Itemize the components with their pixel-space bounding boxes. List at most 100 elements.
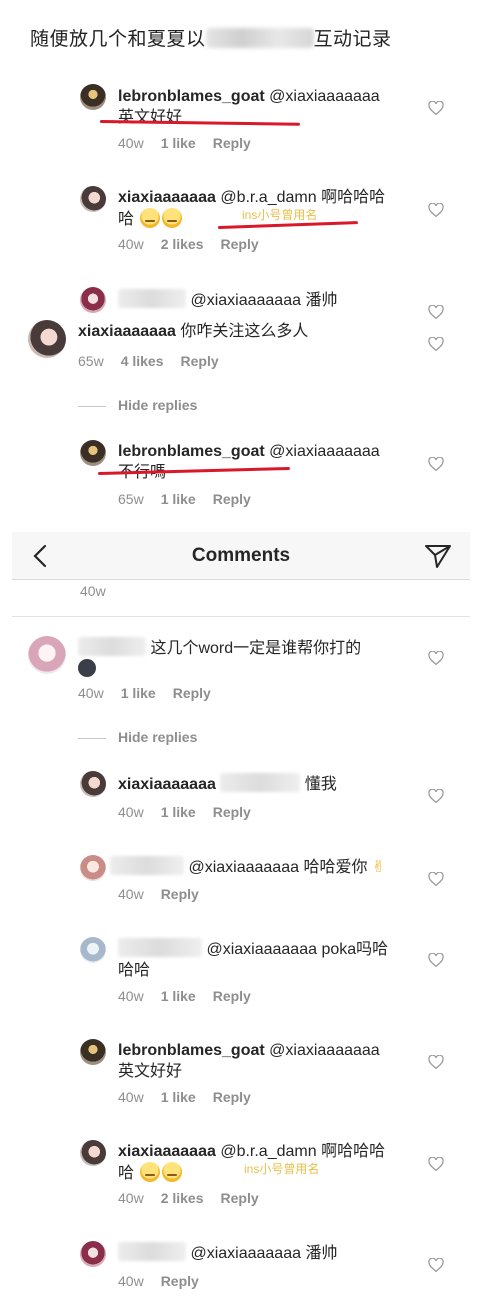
emoji-icon bbox=[140, 208, 161, 228]
caption-suffix: 互动记录 bbox=[313, 29, 392, 50]
emoji-icon bbox=[78, 659, 96, 677]
comment-meta: 40w 1 like Reply bbox=[118, 988, 268, 1004]
heart-icon[interactable] bbox=[428, 1055, 444, 1069]
heart-icon[interactable] bbox=[428, 789, 444, 803]
heart-icon[interactable] bbox=[428, 1258, 444, 1272]
avatar[interactable] bbox=[28, 636, 66, 674]
like-count[interactable]: 1 like bbox=[161, 135, 196, 151]
reply-button[interactable]: Reply bbox=[213, 135, 251, 151]
comment-meta: 40w 1 like Reply bbox=[78, 685, 228, 701]
avatar[interactable] bbox=[80, 937, 106, 963]
username[interactable]: xiaxiaaaaaaa bbox=[118, 1143, 216, 1160]
emoji-icon bbox=[140, 1162, 161, 1182]
blurred-username bbox=[118, 289, 186, 308]
comment-body: 啊哈哈哈 bbox=[321, 189, 386, 206]
like-count[interactable]: 1 like bbox=[161, 1089, 196, 1105]
reply-button[interactable]: Reply bbox=[161, 886, 199, 902]
comment-meta: 40w 2 likes Reply bbox=[118, 236, 276, 252]
like-count[interactable]: 1 like bbox=[161, 804, 196, 820]
comment-body: 你咋关注这么多人 bbox=[180, 323, 309, 340]
username[interactable]: xiaxiaaaaaaa bbox=[118, 776, 216, 793]
mention-link[interactable]: @b.r.a_damn bbox=[220, 1143, 316, 1160]
comment-body-cont: 哈 bbox=[118, 211, 135, 228]
reply-button[interactable]: Reply bbox=[221, 236, 259, 252]
mention-link[interactable]: @xiaxiaaaaaaa bbox=[269, 443, 380, 460]
comment-text: lebronblames_goat @xiaxiaaaaaaa 英文好好 bbox=[118, 1040, 380, 1082]
like-count[interactable]: 4 likes bbox=[121, 353, 164, 369]
avatar[interactable] bbox=[80, 855, 106, 881]
reply-button[interactable]: Reply bbox=[221, 1190, 259, 1206]
reply-button[interactable]: Reply bbox=[161, 1273, 199, 1289]
heart-icon[interactable] bbox=[428, 305, 444, 319]
like-count[interactable]: 2 likes bbox=[161, 236, 204, 252]
timestamp: 40w bbox=[80, 583, 106, 599]
page-title: Comments bbox=[191, 545, 291, 566]
username[interactable]: lebronblames_goat bbox=[118, 88, 265, 105]
avatar[interactable] bbox=[80, 1241, 106, 1267]
heart-icon[interactable] bbox=[428, 872, 444, 886]
mention-link[interactable]: @xiaxiaaaaaaa bbox=[206, 941, 317, 958]
comment-text: @xiaxiaaaaaaa poka吗哈 哈哈 bbox=[118, 938, 388, 981]
mention-link[interactable]: @xiaxiaaaaaaa bbox=[269, 88, 380, 105]
mention-link[interactable]: @xiaxiaaaaaaa bbox=[269, 1042, 380, 1059]
timestamp: 40w bbox=[118, 1273, 144, 1289]
reply-button[interactable]: Reply bbox=[213, 804, 251, 820]
avatar[interactable] bbox=[80, 84, 106, 110]
username[interactable]: xiaxiaaaaaaa bbox=[118, 189, 216, 206]
mention-link[interactable]: @b.r.a_damn bbox=[220, 189, 316, 206]
avatar[interactable] bbox=[80, 1140, 106, 1166]
caption-prefix: 随便放几个和夏夏以 bbox=[30, 29, 206, 50]
reply-button[interactable]: Reply bbox=[213, 1089, 251, 1105]
like-count[interactable]: 1 like bbox=[121, 685, 156, 701]
like-count[interactable]: 1 like bbox=[161, 988, 196, 1004]
heart-icon[interactable] bbox=[428, 457, 444, 471]
like-count[interactable]: 1 like bbox=[161, 491, 196, 507]
username[interactable]: lebronblames_goat bbox=[118, 1042, 265, 1059]
hide-replies-button[interactable]: Hide replies bbox=[78, 397, 197, 413]
mention-link[interactable]: @xiaxiaaaaaaa bbox=[188, 859, 299, 876]
mention-link[interactable]: @xiaxiaaaaaaa bbox=[190, 292, 301, 309]
avatar[interactable] bbox=[80, 186, 106, 212]
comment-meta: 40w Reply bbox=[118, 886, 216, 902]
send-icon[interactable] bbox=[424, 543, 452, 569]
heart-icon[interactable] bbox=[428, 953, 444, 967]
comment-body-cont: 哈哈 bbox=[118, 962, 151, 979]
heart-icon[interactable] bbox=[428, 101, 444, 115]
timestamp: 40w bbox=[118, 804, 144, 820]
username[interactable]: xiaxiaaaaaaa bbox=[78, 323, 176, 340]
avatar[interactable] bbox=[80, 440, 106, 466]
timestamp: 40w bbox=[118, 1089, 144, 1105]
blurred-caption-text bbox=[205, 28, 314, 48]
comment-meta: 40w 2 likes Reply bbox=[118, 1190, 276, 1206]
heart-icon[interactable] bbox=[428, 1157, 444, 1171]
comment-text: @xiaxiaaaaaaa 哈哈爱你 ✌ bbox=[110, 856, 385, 878]
like-count[interactable]: 2 likes bbox=[161, 1190, 204, 1206]
annotation-note: ins小号曾用名 bbox=[244, 1162, 320, 1176]
blurred-username bbox=[78, 637, 146, 656]
blurred-username bbox=[110, 856, 184, 875]
divider bbox=[12, 616, 470, 617]
avatar[interactable] bbox=[80, 287, 106, 313]
comment-meta: 40w Reply bbox=[118, 1273, 216, 1289]
username[interactable]: lebronblames_goat bbox=[118, 443, 265, 460]
comment-text: lebronblames_goat @xiaxiaaaaaaa 不行嗎 bbox=[118, 441, 380, 483]
heart-icon[interactable] bbox=[428, 337, 444, 351]
reply-button[interactable]: Reply bbox=[181, 353, 219, 369]
comment-text: 这几个word一定是谁帮你打的 bbox=[78, 637, 361, 683]
timestamp: 40w bbox=[118, 988, 144, 1004]
comment-meta: 65w 4 likes Reply bbox=[78, 353, 236, 369]
timestamp: 40w bbox=[118, 135, 144, 151]
avatar[interactable] bbox=[80, 771, 106, 797]
reply-button[interactable]: Reply bbox=[213, 988, 251, 1004]
comment-body-cont: 哈 bbox=[118, 1165, 135, 1182]
avatar[interactable] bbox=[80, 1039, 106, 1065]
reply-button[interactable]: Reply bbox=[173, 685, 211, 701]
comment-text: @xiaxiaaaaaaa 潘帅 bbox=[118, 1242, 337, 1264]
hide-replies-button[interactable]: Hide replies bbox=[78, 729, 197, 745]
heart-icon[interactable] bbox=[428, 203, 444, 217]
comment-body: 懂我 bbox=[304, 776, 337, 793]
avatar[interactable] bbox=[28, 320, 66, 358]
reply-button[interactable]: Reply bbox=[213, 491, 251, 507]
mention-link[interactable]: @xiaxiaaaaaaa bbox=[190, 1245, 301, 1262]
heart-icon[interactable] bbox=[428, 651, 444, 665]
